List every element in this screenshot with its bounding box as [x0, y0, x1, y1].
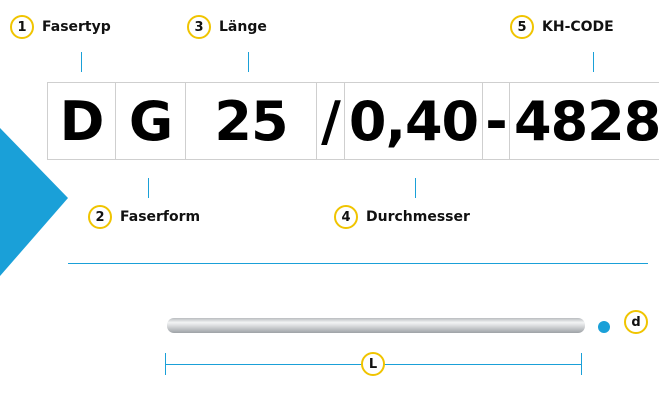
leader-line-fasertyp: [81, 52, 82, 72]
leader-line-laenge: [248, 52, 249, 72]
callout-length-l: L: [361, 352, 385, 376]
callout-label-laenge: Länge: [219, 19, 267, 35]
leader-line-durchmesser: [415, 178, 416, 198]
callout-kh-code: 5 KH-CODE: [510, 15, 614, 39]
callout-number-5: 5: [510, 15, 534, 39]
code-fasertyp: D: [47, 82, 115, 160]
callout-faserform: 2 Faserform: [88, 205, 200, 229]
code-kh: 4828: [509, 82, 659, 160]
fiber-code: D G 25 / 0,40 - 4828: [47, 82, 659, 160]
callout-laenge: 3 Länge: [187, 15, 267, 39]
callout-label-faserform: Faserform: [120, 209, 201, 225]
callout-label-kh-code: KH-CODE: [542, 19, 614, 35]
section-divider: [68, 263, 648, 264]
leader-line-kh-code: [593, 52, 594, 72]
callout-number-4: 4: [334, 205, 358, 229]
callout-label-fasertyp: Fasertyp: [42, 19, 111, 35]
fiber-rod-illustration: [167, 318, 585, 333]
leader-line-faserform: [148, 178, 149, 198]
callout-diameter-d: d: [624, 310, 648, 334]
code-faserform: G: [115, 82, 185, 160]
diameter-dot: [598, 321, 610, 333]
callout-durchmesser: 4 Durchmesser: [334, 205, 470, 229]
dimension-label-l: L: [361, 352, 385, 376]
callout-number-2: 2: [88, 205, 112, 229]
code-slash: /: [316, 82, 344, 160]
callout-number-3: 3: [187, 15, 211, 39]
code-dash: -: [482, 82, 509, 160]
code-laenge: 25: [185, 82, 316, 160]
length-dim-end: [581, 353, 582, 375]
blue-chevron-decoration: [0, 128, 68, 276]
callout-number-1: 1: [10, 15, 34, 39]
callout-fasertyp: 1 Fasertyp: [10, 15, 111, 39]
code-durchmesser: 0,40: [344, 82, 482, 160]
dimension-label-d: d: [624, 310, 648, 334]
callout-label-durchmesser: Durchmesser: [366, 209, 470, 225]
